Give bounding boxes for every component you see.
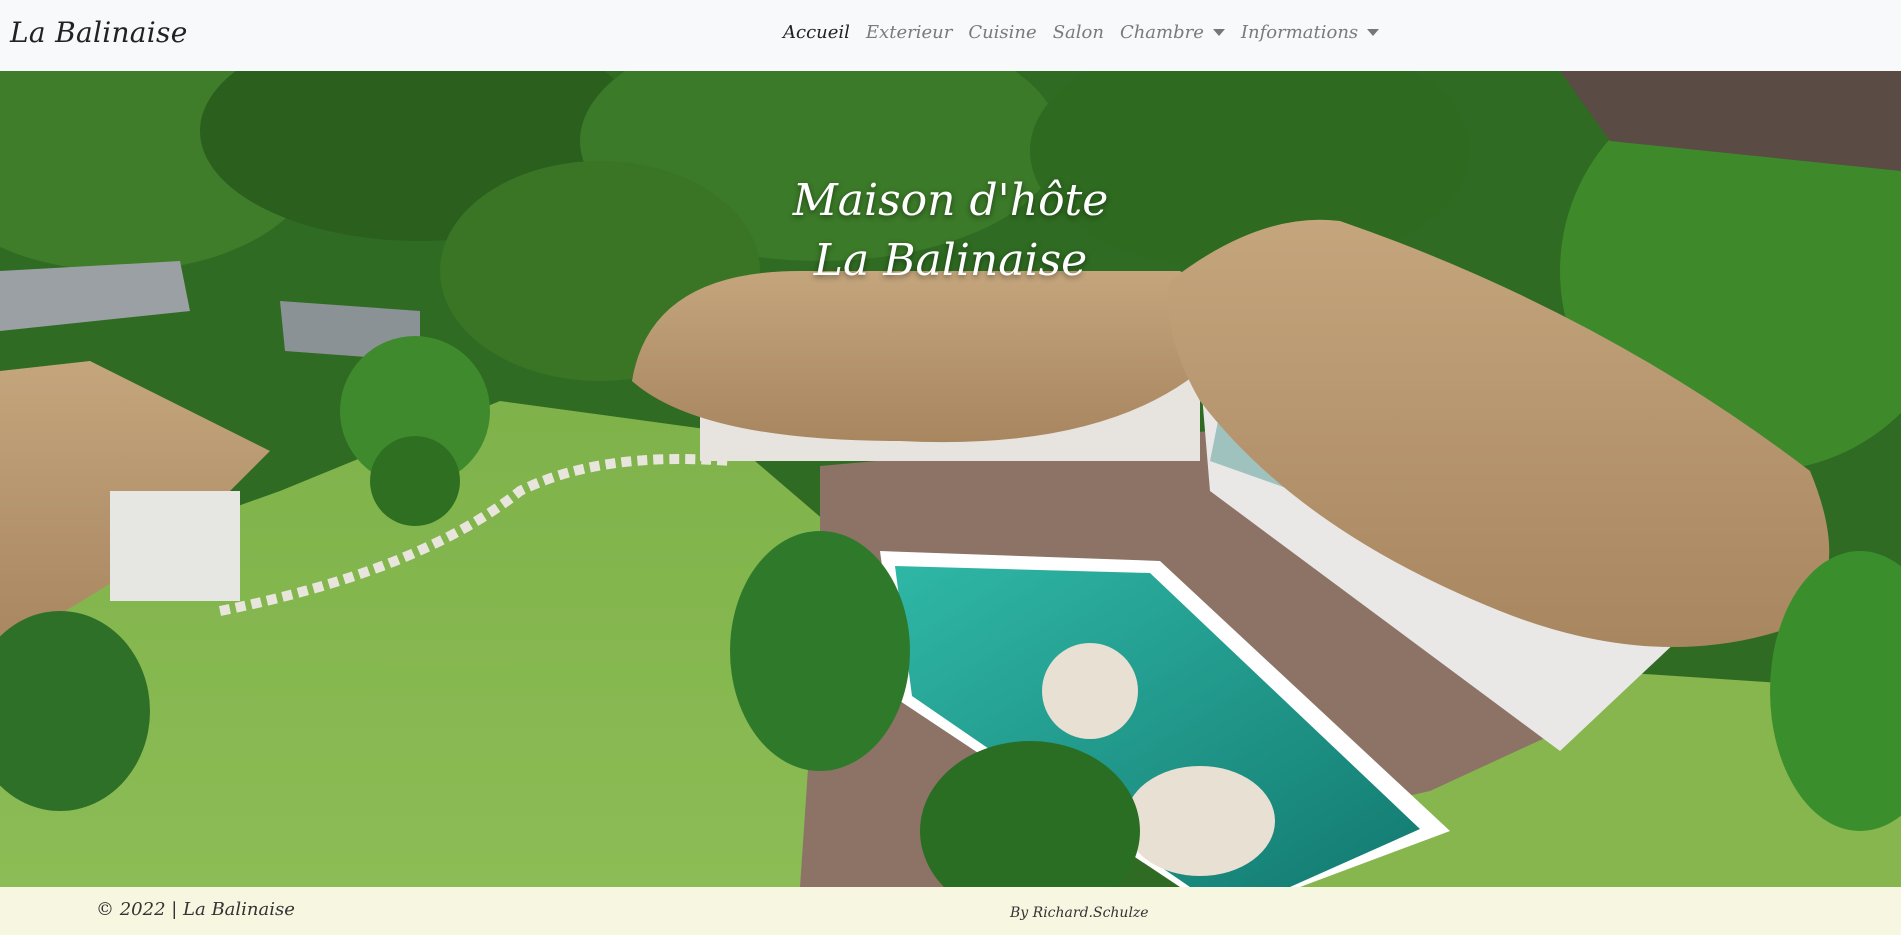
nav-item-label: Chambre <box>1119 22 1204 43</box>
nav-item-label: Salon <box>1052 22 1104 43</box>
footer: © 2022 | La Balinaise By Richard.Schulze <box>0 887 1901 935</box>
navbar: La Balinaise Accueil Exterieur Cuisine S… <box>0 0 1901 71</box>
hero-section: Maison d'hôte La Balinaise <box>0 71 1901 887</box>
nav-dropdown-chambre[interactable]: Chambre <box>1112 22 1233 43</box>
nav-menu: Accueil Exterieur Cuisine Salon Chambre … <box>783 22 1387 43</box>
caret-down-icon <box>1367 29 1380 36</box>
caret-down-icon <box>1212 29 1225 36</box>
nav-item-label: Cuisine <box>968 22 1037 43</box>
nav-item-label: Informations <box>1240 22 1359 43</box>
nav-item-exterieur[interactable]: Exterieur <box>858 22 960 43</box>
hero-title: Maison d'hôte La Balinaise <box>0 171 1901 291</box>
brand-logo[interactable]: La Balinaise <box>10 16 188 49</box>
nav-item-label: Exterieur <box>865 22 953 43</box>
author-credit: By Richard.Schulze <box>1010 905 1149 921</box>
nav-item-label: Accueil <box>783 22 850 43</box>
nav-item-accueil[interactable]: Accueil <box>783 22 858 43</box>
nav-dropdown-informations[interactable]: Informations <box>1233 22 1387 43</box>
nav-item-salon[interactable]: Salon <box>1045 22 1112 43</box>
hero-title-line2: La Balinaise <box>813 235 1088 286</box>
nav-item-cuisine[interactable]: Cuisine <box>960 22 1044 43</box>
copyright-text: © 2022 | La Balinaise <box>96 899 295 920</box>
hero-title-line1: Maison d'hôte <box>792 175 1109 226</box>
